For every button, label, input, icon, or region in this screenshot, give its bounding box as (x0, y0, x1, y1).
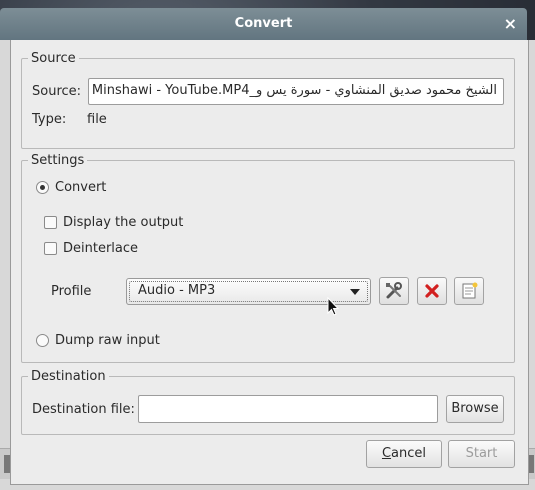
cancel-mnemonic: C (381, 446, 392, 461)
start-button[interactable]: Start (448, 440, 515, 468)
red-x-icon (425, 284, 439, 298)
delete-profile-button[interactable] (417, 277, 447, 305)
type-value: file (87, 112, 107, 127)
convert-dialog: Source Source: الشيخ محمود صديق المنشاوي… (10, 40, 529, 485)
destination-file-label: Destination file: (32, 402, 135, 417)
display-output-label[interactable]: Display the output (63, 215, 183, 230)
source-input[interactable]: الشيخ محمود صديق المنشاوي - سورة يس و_Mi… (88, 78, 504, 105)
edit-profile-button[interactable] (379, 277, 409, 305)
source-group-label: Source (31, 51, 76, 66)
deinterlace-label[interactable]: Deinterlace (63, 241, 138, 256)
dump-raw-label[interactable]: Dump raw input (55, 333, 160, 348)
settings-group-label: Settings (31, 153, 85, 168)
tools-icon (386, 282, 402, 299)
profile-select-value: Audio - MP3 (138, 283, 216, 298)
new-document-icon (462, 282, 478, 299)
cancel-button[interactable]: Cancel (366, 440, 442, 468)
chevron-down-icon (350, 289, 360, 295)
dialog-title: Convert (234, 16, 293, 31)
convert-label[interactable]: Convert (55, 180, 106, 195)
cancel-label: ancel (391, 446, 427, 461)
type-label: Type: (32, 112, 67, 127)
dialog-titlebar: Convert × (0, 8, 527, 40)
close-icon[interactable]: × (504, 14, 517, 33)
source-label: Source: (32, 84, 82, 99)
deinterlace-checkbox[interactable] (44, 242, 57, 255)
new-profile-button[interactable] (454, 277, 484, 305)
dump-raw-radio[interactable] (36, 334, 49, 347)
convert-radio[interactable] (36, 181, 49, 194)
mouse-cursor-icon (327, 297, 339, 316)
profile-label: Profile (51, 284, 92, 299)
destination-file-input[interactable] (138, 395, 438, 423)
display-output-checkbox[interactable] (44, 216, 57, 229)
browse-button[interactable]: Browse (446, 395, 504, 423)
destination-group-label: Destination (31, 369, 106, 384)
